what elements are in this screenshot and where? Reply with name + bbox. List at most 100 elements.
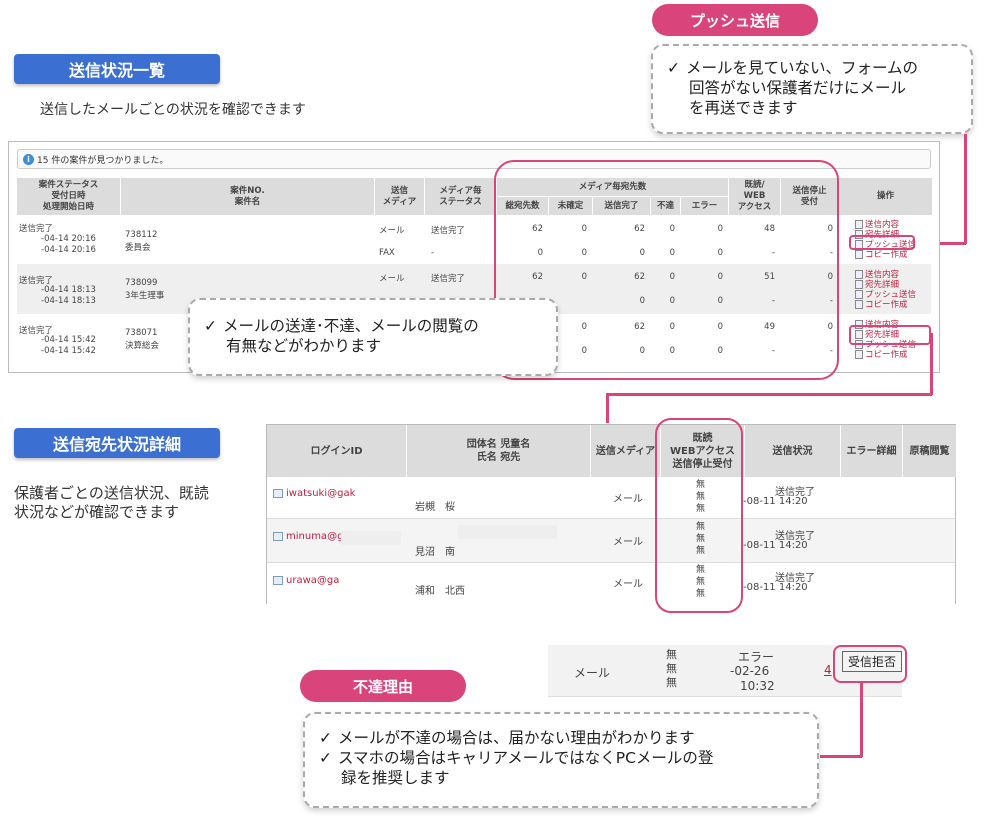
redaction — [341, 531, 401, 545]
dth-draft: 原稿閲覧 — [903, 425, 957, 477]
reason-pill: 不達理由 — [300, 670, 466, 702]
reason-callout-line3: 録を推奨します — [341, 769, 450, 787]
detail-connector-c — [606, 393, 609, 423]
th-media-status: メディア毎 ステータス — [425, 178, 497, 216]
dth-group: 団体名 児童名 氏名 宛先 — [407, 425, 591, 477]
doc-icon — [855, 249, 863, 259]
doc-icon — [855, 349, 863, 359]
push-callout-line1: メールを見ていない、フォームの — [686, 59, 919, 77]
delivery-callout-line2: 有無などがわかります — [226, 337, 382, 355]
detail-connector-b — [606, 393, 932, 396]
section-desc-status-list: 送信したメールごとの状況を確認できます — [40, 102, 306, 118]
highlight-push-op — [849, 235, 915, 250]
row-media: メール — [379, 226, 405, 236]
delivery-callout: ✓ メールの送達･不達、メールの閲覧の 有無などがわかります — [188, 298, 558, 376]
detail-row-bg — [267, 477, 955, 519]
row-media-status: 送信完了 — [431, 274, 466, 284]
doc-icon — [855, 289, 863, 299]
delivery-callout-line1: メールの送達･不達、メールの閲覧の — [223, 317, 479, 335]
section-label-status-list: 送信状況一覧 — [14, 54, 220, 84]
th-status: 案件ステータス 受付日時 処理開始日時 — [17, 178, 121, 216]
doc-icon — [855, 219, 863, 229]
dth-error: エラー詳細 — [841, 425, 903, 477]
highlight-detail-op — [849, 325, 931, 345]
detail-date: -08-11 14:20 — [743, 582, 808, 593]
detail-row-bg — [267, 563, 955, 604]
reject-connector-v — [860, 683, 863, 757]
detail-connector-a — [930, 333, 933, 395]
doc-icon — [855, 299, 863, 309]
detail-date: -08-11 14:20 — [743, 496, 808, 507]
doc-icon — [855, 269, 863, 279]
section-desc-line1: 保護者ごとの送信状況、既読 — [14, 484, 209, 502]
detail-name: 浦和 北西 — [415, 586, 465, 597]
push-callout-line3: を再送できます — [689, 99, 798, 117]
case-status: 送信完了 — [19, 224, 54, 234]
op-copy[interactable]: コピー作成 — [855, 349, 916, 360]
dth-status: 送信状況 — [745, 425, 841, 477]
check-mark: ✓ — [319, 749, 332, 767]
dth-media: 送信メディア — [591, 425, 661, 477]
section-label-recipient-detail: 送信宛先状況詳細 — [14, 428, 220, 458]
row-media: FAX — [379, 248, 395, 258]
detail-login[interactable]: iwatsuki@gak — [273, 488, 355, 499]
detail-login[interactable]: minuma@g — [273, 531, 343, 542]
th-media: 送信 メディア — [375, 178, 425, 216]
push-pill: プッシュ送信 — [652, 4, 818, 36]
case-date2: -04-14 18:13 — [41, 296, 96, 306]
snip-flags: 無無無 — [666, 648, 677, 689]
th-case: 案件NO. 案件名 — [121, 178, 375, 216]
push-callout: ✓ メールを見ていない、フォームの 回答がない保護者だけにメール を再送できます — [651, 44, 973, 134]
case-no[interactable]: 738112 — [125, 230, 157, 240]
recipient-detail-panel: ログインID 団体名 児童名 氏名 宛先 送信メディア 既読 WEBアクセス 送信停止… — [266, 424, 957, 604]
highlight-read-column — [655, 418, 743, 613]
case-date1: -04-14 18:13 — [41, 285, 96, 295]
mail-icon — [273, 532, 283, 541]
snip-link[interactable]: 4 — [824, 663, 832, 677]
case-no[interactable]: 738099 — [125, 278, 157, 288]
case-date1: -04-14 15:42 — [41, 335, 96, 345]
reason-callout-line1: メールが不達の場合は、届かない理由がわかります — [338, 729, 695, 747]
th-ops: 操作 — [839, 178, 933, 216]
detail-media: メール — [613, 494, 643, 505]
snip-time: 10:32 — [740, 679, 775, 693]
push-connector-v — [964, 134, 967, 244]
detail-media: メール — [613, 579, 643, 590]
reason-callout: ✓ メールが不達の場合は、届かない理由がわかります ✓ スマホの場合はキャリアメール… — [303, 712, 819, 808]
redaction — [457, 525, 557, 539]
op-copy[interactable]: コピー作成 — [855, 249, 916, 260]
dth-login: ログインID — [267, 425, 407, 477]
info-icon: i — [23, 153, 34, 165]
detail-name: 岩槻 桜 — [415, 502, 455, 513]
case-name[interactable]: 3年生理事 — [125, 289, 164, 301]
detail-name: 見沼 南 — [415, 547, 455, 558]
mail-icon — [273, 489, 283, 498]
ops-list: 送信内容 宛先詳細 プッシュ送信 コピー作成 — [855, 269, 916, 310]
case-name[interactable]: 決算総会 — [125, 339, 159, 351]
mail-icon — [273, 576, 283, 585]
snip-media: メール — [574, 666, 611, 680]
doc-icon — [855, 279, 863, 289]
section-desc-line2: 状況などが確認できます — [14, 503, 180, 521]
reason-callout-line2: スマホの場合はキャリアメールではなくPCメールの登 — [338, 749, 714, 767]
detail-login[interactable]: urawa@ga — [273, 575, 339, 586]
case-name[interactable]: 委員会 — [125, 241, 151, 253]
case-no[interactable]: 738071 — [125, 328, 157, 338]
case-date2: -04-14 15:42 — [41, 346, 96, 356]
case-date1: -04-14 20:16 — [41, 234, 96, 244]
check-mark: ✓ — [204, 317, 217, 335]
snip-date: -02-26 — [730, 664, 770, 678]
row-media-status: 送信完了 — [431, 226, 466, 236]
detail-date: -08-11 14:20 — [743, 540, 808, 551]
snip-status: エラー — [738, 650, 775, 664]
push-callout-line2: 回答がない保護者だけにメール — [689, 79, 907, 97]
row-media: メール — [379, 274, 405, 284]
reject-connector-h — [820, 755, 862, 758]
check-mark: ✓ — [319, 729, 332, 747]
check-mark: ✓ — [667, 59, 680, 77]
detail-media: メール — [613, 537, 643, 548]
case-date2: -04-14 20:16 — [41, 245, 96, 255]
op-copy[interactable]: コピー作成 — [855, 299, 916, 310]
result-count-text: 15 件の案件が見つかりました。 — [37, 155, 169, 166]
highlight-reject — [833, 645, 907, 683]
